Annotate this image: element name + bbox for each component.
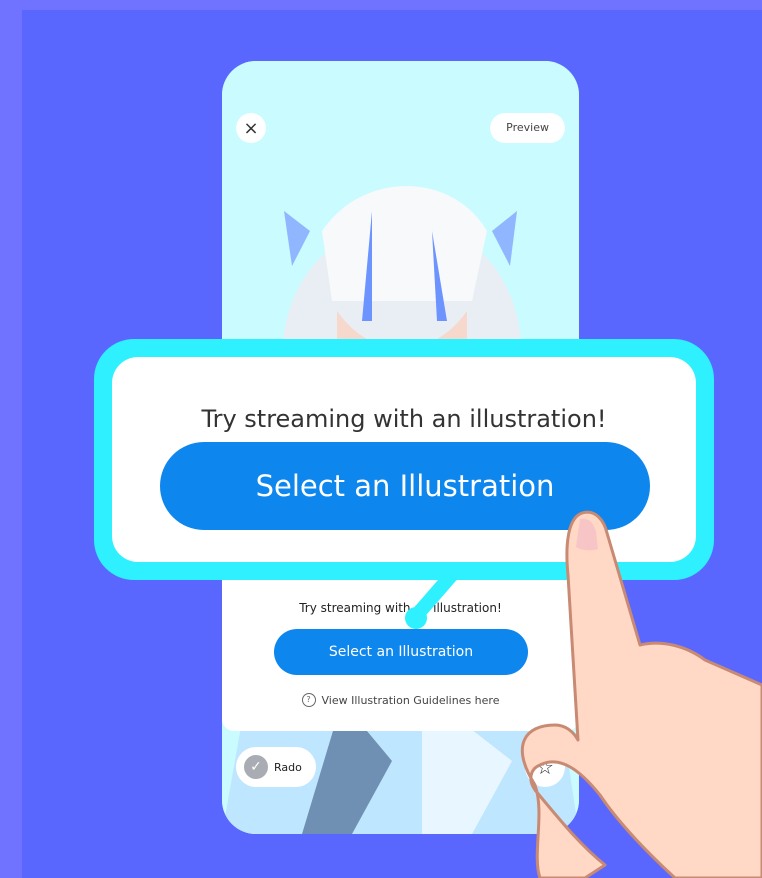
star-icon: ☆: [536, 755, 554, 779]
guidelines-label: View Illustration Guidelines here: [321, 693, 500, 707]
check-avatar-icon: ✓: [244, 755, 268, 779]
callout-title: Try streaming with an illustration!: [201, 405, 607, 433]
star-button[interactable]: ☆: [525, 747, 565, 787]
callout-select-illustration-button[interactable]: Select an Illustration: [160, 442, 650, 530]
callout-panel: Try streaming with an illustration! Sele…: [112, 357, 696, 562]
illustration-guidelines-link[interactable]: ? View Illustration Guidelines here: [222, 693, 579, 707]
page: × Preview Try streaming with an illustra…: [0, 0, 762, 878]
user-chip[interactable]: ✓ Rado: [236, 747, 316, 787]
select-illustration-button[interactable]: Select an Illustration: [274, 629, 528, 675]
preview-button[interactable]: Preview: [490, 113, 565, 143]
help-circle-icon: ?: [301, 693, 316, 707]
illustration-sheet: Try streaming with an illustration! Sele…: [222, 571, 579, 731]
sheet-title: Try streaming with an illustration!: [299, 601, 502, 615]
user-name: Rado: [274, 760, 302, 774]
zoom-callout: Try streaming with an illustration! Sele…: [94, 339, 714, 580]
close-icon: ×: [243, 117, 259, 139]
close-button[interactable]: ×: [236, 113, 266, 143]
